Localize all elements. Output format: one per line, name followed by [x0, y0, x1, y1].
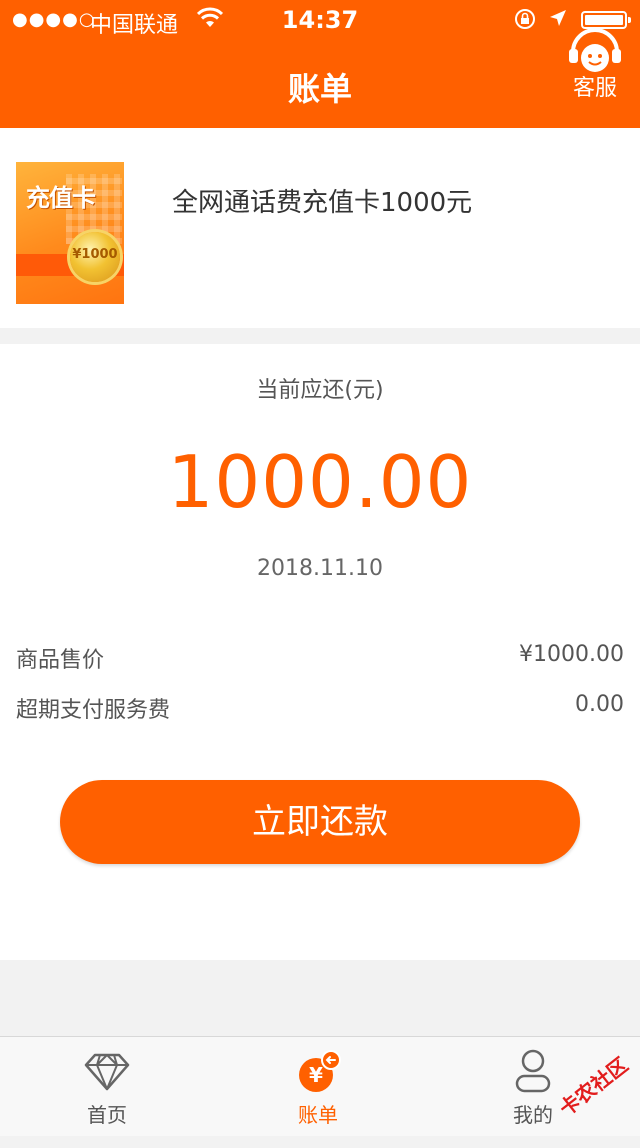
amount-due-value: 1000.00	[167, 440, 473, 524]
page-title: 账单	[287, 70, 352, 108]
bill-panel: 当前应还(元) 1000.00 2018.11.10 商品售价 ¥1000.00…	[0, 344, 640, 960]
detail-value: 0.00	[575, 692, 624, 717]
customer-service-label: 客服	[572, 76, 617, 101]
customer-service-button[interactable]: 客服	[560, 28, 630, 128]
product-card[interactable]: 充值卡 ¥1000 全网通话费充值卡1000元	[0, 128, 640, 328]
tab-label: 首页	[87, 1103, 127, 1127]
diamond-icon	[84, 1053, 130, 1091]
coin-badge-icon: ¥1000	[70, 232, 120, 282]
tab-label: 账单	[298, 1103, 338, 1127]
repay-now-button[interactable]: 立即还款	[60, 780, 580, 864]
thumbnail-value: ¥1000	[72, 247, 118, 262]
product-name: 全网通话费充值卡1000元	[172, 188, 473, 218]
detail-row-price: 商品售价 ¥1000.00	[0, 636, 640, 676]
watermark-text: 卡农社区	[554, 1052, 633, 1121]
detail-label: 商品售价	[16, 648, 105, 673]
svg-text:¥: ¥	[309, 1063, 323, 1087]
thumbnail-title: 充值卡	[26, 184, 96, 212]
detail-row-overdue-fee: 超期支付服务费 0.00	[0, 686, 640, 726]
clock: 14:37	[281, 6, 359, 34]
amount-due-label: 当前应还(元)	[256, 378, 384, 403]
detail-label: 超期支付服务费	[16, 698, 171, 723]
yuan-bill-icon: ¥	[299, 1050, 341, 1092]
status-bar: ●●●●○ 中国联通 14:37	[0, 0, 640, 40]
rotation-lock-icon	[514, 8, 536, 35]
tab-bill[interactable]: ¥ 账单	[238, 1037, 398, 1137]
due-date: 2018.11.10	[257, 556, 383, 581]
nav-bar: 账单 客服	[0, 28, 640, 128]
detail-value: ¥1000.00	[519, 642, 624, 667]
product-thumbnail: 充值卡 ¥1000	[16, 162, 124, 304]
tab-home[interactable]: 首页	[27, 1037, 187, 1137]
